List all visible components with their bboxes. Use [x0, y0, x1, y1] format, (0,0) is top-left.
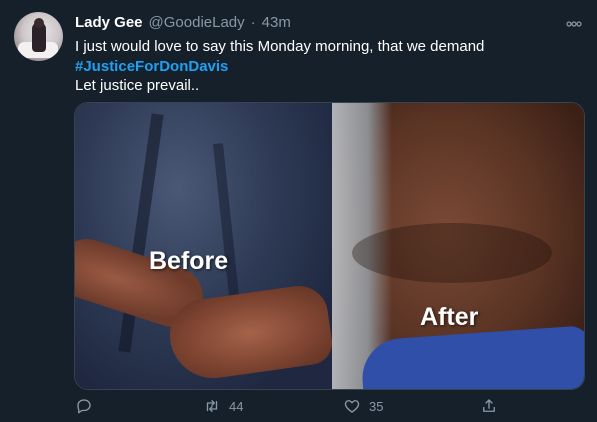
- before-photo: Before: [75, 103, 335, 389]
- reply-button[interactable]: [75, 397, 101, 415]
- tweet-media[interactable]: Before After: [74, 102, 585, 390]
- tweet-text: I just would love to say this Monday mor…: [75, 37, 580, 96]
- like-button[interactable]: 35: [343, 397, 383, 415]
- separator: ·: [250, 14, 256, 31]
- retweet-icon: [206, 400, 218, 412]
- retweet-button[interactable]: 44: [203, 397, 243, 415]
- tweet-header: Lady Gee @GoodieLady · 43m: [75, 14, 291, 34]
- hashtag-link[interactable]: #JusticeForDonDavis: [75, 57, 580, 77]
- tweet-actions: 44 35: [75, 397, 580, 419]
- more-icon[interactable]: [566, 14, 582, 30]
- tweet-text-line: Let justice prevail..: [75, 77, 200, 94]
- user-handle[interactable]: @GoodieLady: [149, 14, 245, 31]
- before-label: Before: [149, 247, 229, 275]
- like-count: 35: [369, 398, 384, 414]
- after-photo: After: [332, 103, 584, 389]
- display-name[interactable]: Lady Gee: [75, 14, 143, 31]
- avatar[interactable]: [14, 12, 63, 61]
- share-button[interactable]: [480, 397, 498, 415]
- share-icon: [483, 399, 495, 412]
- after-label: After: [420, 303, 479, 331]
- like-icon: [344, 400, 360, 413]
- reply-icon: [77, 399, 91, 414]
- tweet-text-line: I just would love to say this Monday mor…: [75, 38, 485, 55]
- retweet-count: 44: [229, 398, 244, 414]
- timestamp[interactable]: 43m: [262, 14, 291, 31]
- top-divider: [0, 0, 597, 4]
